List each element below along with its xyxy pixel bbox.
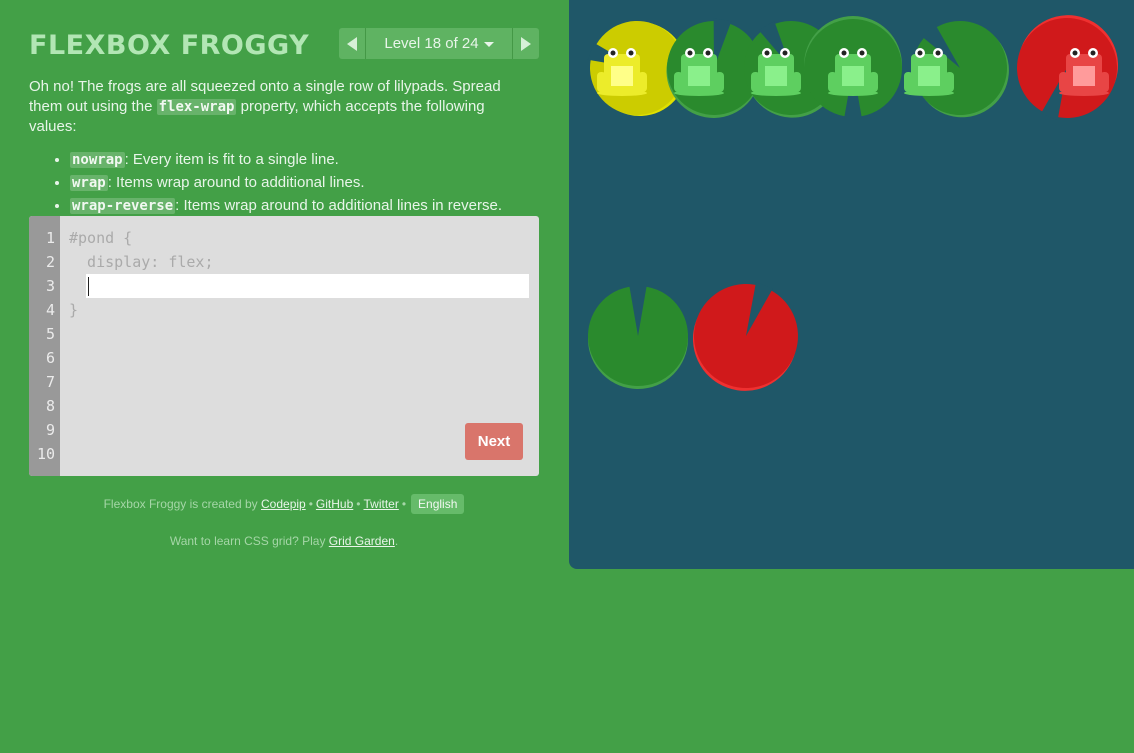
value-description: : Items wrap around to additional lines …: [175, 197, 502, 214]
game-title: FLEXBOX FROGGY: [29, 30, 310, 61]
instructions-intro: Oh no! The frogs are all squeezed onto a…: [29, 77, 529, 137]
instructions: Oh no! The frogs are all squeezed onto a…: [29, 77, 529, 219]
language-button[interactable]: English: [411, 494, 465, 514]
line-number: 9: [45, 421, 55, 439]
css-editor: 1 2 3 4 5 6 7 8 9 10 #pond { display: fl…: [29, 216, 539, 476]
text-cursor: [88, 277, 89, 296]
code-line: #pond {: [69, 229, 133, 247]
css-code-input[interactable]: [86, 274, 529, 298]
twitter-link[interactable]: Twitter: [363, 497, 398, 511]
lilypad-red: [692, 282, 798, 391]
line-number: 2: [45, 253, 55, 271]
code-line: display: flex;: [69, 253, 214, 271]
value-description: : Every item is fit to a single line.: [124, 151, 339, 168]
line-number: 5: [45, 325, 55, 343]
chevron-down-icon: [483, 42, 494, 47]
property-code: flex-wrap: [156, 99, 237, 115]
grid-note-text: Want to learn CSS grid? Play: [169, 534, 326, 548]
pond-scene: [587, 15, 1119, 391]
line-number-gutter: 1 2 3 4 5 6 7 8 9 10: [29, 216, 60, 476]
grid-note-suffix: .: [394, 534, 399, 548]
credits-text: Flexbox Froggy is created by: [103, 497, 258, 511]
separator: •: [308, 497, 313, 511]
list-item: wrap: Items wrap around to additional li…: [70, 173, 529, 193]
separator: •: [356, 497, 361, 511]
level-dropdown[interactable]: Level 18 of 24: [366, 28, 512, 59]
line-number: 4: [45, 301, 55, 319]
code-line: }: [69, 301, 79, 319]
separator: •: [401, 497, 407, 511]
lilypad-green: [588, 284, 688, 389]
codepip-link[interactable]: Codepip: [261, 497, 306, 511]
line-number: 10: [36, 445, 55, 463]
line-number: 8: [45, 397, 55, 415]
value-code: wrap: [70, 175, 108, 191]
previous-level-button[interactable]: [339, 28, 366, 59]
values-list: nowrap: Every item is fit to a single li…: [29, 150, 529, 216]
next-level-button[interactable]: [512, 28, 539, 59]
github-link[interactable]: GitHub: [316, 497, 353, 511]
value-description: : Items wrap around to additional lines.: [107, 174, 365, 191]
pond: [569, 0, 1134, 569]
next-button[interactable]: Next: [465, 423, 523, 460]
list-item: nowrap: Every item is fit to a single li…: [70, 150, 529, 170]
arrow-left-icon: [347, 36, 357, 51]
line-number: 6: [45, 349, 55, 367]
grid-garden-link[interactable]: Grid Garden: [329, 534, 395, 548]
grid-garden-note: Want to learn CSS grid? Play Grid Garden…: [29, 530, 539, 552]
credits: Flexbox Froggy is created by Codepip • Git…: [29, 493, 539, 515]
value-code: nowrap: [70, 152, 125, 168]
arrow-right-icon: [521, 36, 531, 51]
line-number: 1: [45, 229, 55, 247]
list-item: wrap-reverse: Items wrap around to addit…: [70, 196, 529, 216]
level-label: Level 18 of 24: [384, 35, 479, 52]
value-code: wrap-reverse: [70, 198, 176, 214]
level-navigation: Level 18 of 24: [339, 28, 539, 59]
line-number: 3: [45, 277, 55, 295]
line-number: 7: [45, 373, 55, 391]
